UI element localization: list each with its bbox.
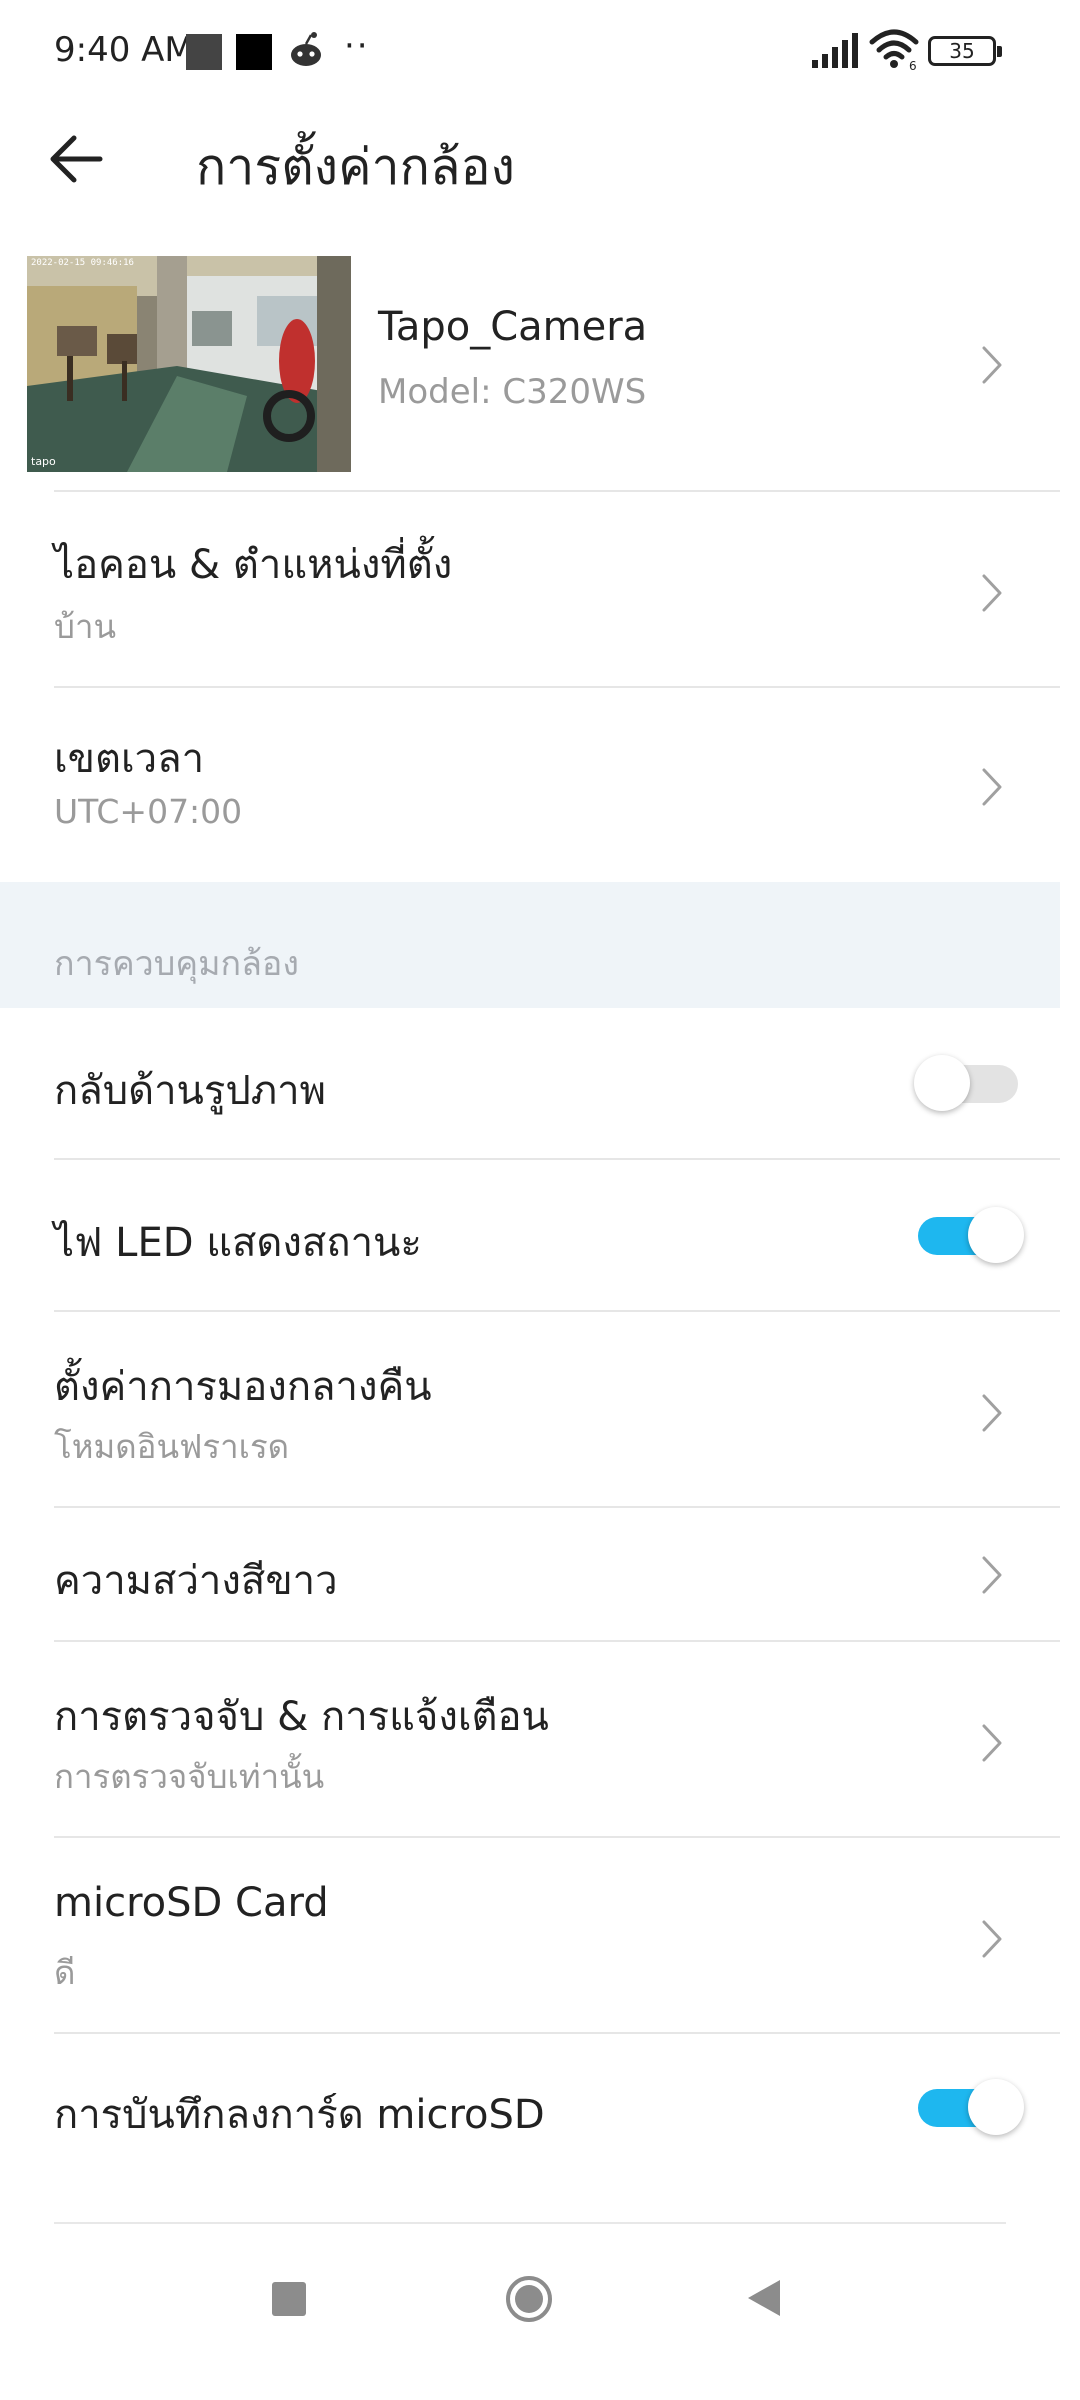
section-title: การควบคุมกล้อง — [54, 944, 299, 984]
timezone-subtitle: UTC+07:00 — [54, 792, 243, 831]
arrow-left-icon[interactable] — [40, 124, 110, 194]
more-dots-icon: ·· — [344, 26, 370, 66]
section-header: การควบคุมกล้อง — [0, 882, 1060, 1008]
wifi-6-icon: 6 — [869, 29, 919, 72]
black-square-icon — [236, 34, 272, 70]
microsd-card-title: microSD Card — [54, 1880, 329, 1926]
thumbnail-logo: tapo — [31, 455, 56, 468]
battery-level: 35 — [949, 39, 975, 63]
status-led-title: ไฟ LED แสดงสถานะ — [54, 1220, 422, 1266]
icon-location-title: ไอคอน & ตำแหน่งที่ตั้ง — [54, 542, 453, 588]
flip-image-row: กลับด้านรูปภาพ — [0, 1008, 1060, 1158]
gallery-square-icon — [186, 34, 222, 70]
flip-image-title: กลับด้านรูปภาพ — [54, 1068, 326, 1114]
night-vision-row[interactable]: ตั้งค่าการมองกลางคืน โหมดอินฟราเรด — [0, 1312, 1060, 1506]
reddit-icon — [291, 32, 321, 66]
toggle-knob — [968, 2079, 1024, 2135]
microsd-recording-title: การบันทึกลงการ์ด microSD — [54, 2092, 545, 2138]
microsd-recording-row: การบันทึกลงการ์ด microSD — [0, 2034, 1060, 2184]
chevron-right-icon — [982, 574, 1002, 612]
detection-alerts-subtitle: การตรวจจับเท่านั้น — [54, 1757, 325, 1796]
battery-icon: 35 — [928, 36, 1002, 66]
timezone-row[interactable]: เขตเวลา UTC+07:00 — [0, 688, 1060, 882]
detection-alerts-title: การตรวจจับ & การแจ้งเตือน — [54, 1694, 549, 1740]
chevron-right-icon — [982, 1394, 1002, 1432]
svg-text:6: 6 — [909, 59, 917, 72]
timezone-title: เขตเวลา — [54, 736, 205, 782]
system-nav-bar — [0, 2220, 1080, 2400]
microsd-recording-toggle[interactable] — [914, 2076, 1024, 2136]
icon-location-row[interactable]: ไอคอน & ตำแหน่งที่ตั้ง บ้าน — [0, 492, 1060, 686]
status-led-toggle[interactable] — [914, 1204, 1024, 1264]
camera-name: Tapo_Camera — [378, 304, 648, 350]
camera-info-row[interactable]: 2022-02-15 09:46:16 tapo Tapo_Camera Mod… — [0, 244, 1060, 490]
thumbnail-timestamp: 2022-02-15 09:46:16 — [31, 258, 134, 268]
microsd-card-subtitle: ดี — [54, 1953, 76, 1992]
camera-model: Model: C320WS — [378, 372, 647, 412]
status-bar: 9:40 AM ·· 6 35 — [0, 0, 1080, 100]
chevron-right-icon — [982, 1556, 1002, 1594]
camera-settings-screen: 9:40 AM ·· 6 35 การตั้งค่ากล้อง 2022-02-… — [0, 0, 1080, 2400]
chevron-right-icon — [982, 1920, 1002, 1958]
chevron-right-icon — [982, 346, 1002, 384]
status-led-row: ไฟ LED แสดงสถานะ — [0, 1160, 1060, 1310]
toggle-knob — [914, 1055, 970, 1111]
back-triangle-icon[interactable] — [744, 2276, 784, 2320]
toggle-knob — [968, 1207, 1024, 1263]
recent-apps-square-icon[interactable] — [272, 2282, 306, 2316]
night-vision-title: ตั้งค่าการมองกลางคืน — [54, 1364, 432, 1410]
camera-snapshot-image — [27, 256, 351, 472]
camera-thumbnail: 2022-02-15 09:46:16 tapo — [27, 256, 351, 472]
night-vision-subtitle: โหมดอินฟราเรด — [54, 1427, 290, 1466]
chevron-right-icon — [982, 768, 1002, 806]
app-header: การตั้งค่ากล้อง — [0, 100, 1080, 230]
home-circle-icon[interactable] — [504, 2274, 554, 2324]
chevron-right-icon — [982, 1724, 1002, 1762]
white-brightness-title: ความสว่างสีขาว — [54, 1558, 338, 1604]
white-brightness-row[interactable]: ความสว่างสีขาว — [0, 1508, 1060, 1640]
signal-icon — [812, 33, 858, 68]
page-title: การตั้งค่ากล้อง — [196, 138, 515, 196]
microsd-card-row[interactable]: microSD Card ดี — [0, 1838, 1060, 2032]
divider — [54, 2222, 1006, 2224]
icon-location-subtitle: บ้าน — [54, 607, 117, 646]
status-time: 9:40 AM — [54, 30, 194, 70]
flip-image-toggle[interactable] — [914, 1052, 1024, 1112]
detection-alerts-row[interactable]: การตรวจจับ & การแจ้งเตือน การตรวจจับเท่า… — [0, 1642, 1060, 1836]
